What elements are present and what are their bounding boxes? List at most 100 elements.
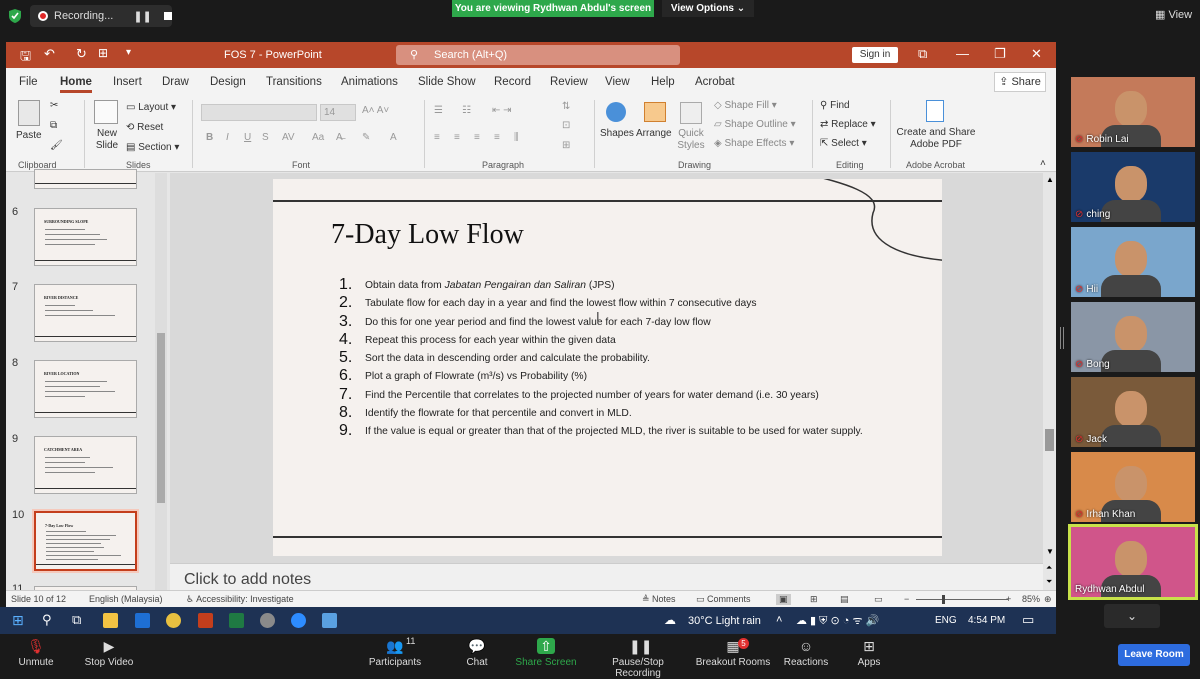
find-button[interactable]: ⚲ Find bbox=[820, 100, 850, 111]
task-view-icon[interactable]: ⧉ bbox=[72, 612, 81, 628]
format-painter-icon[interactable]: 🖌 bbox=[50, 140, 63, 151]
search-icon[interactable]: ⚲ bbox=[42, 612, 52, 628]
panel-resize-handle[interactable] bbox=[1060, 327, 1064, 349]
tab-review[interactable]: Review bbox=[550, 76, 588, 88]
step-item[interactable]: 9. If the value is equal or greater than … bbox=[339, 422, 899, 441]
language-status[interactable]: English (Malaysia) bbox=[89, 594, 163, 604]
redo-icon[interactable]: ↻ bbox=[76, 46, 87, 62]
excel-icon[interactable] bbox=[229, 613, 244, 628]
step-item[interactable]: 7. Find the Percentile that correlates to… bbox=[339, 386, 899, 405]
participant-tile[interactable]: ⊘ Irhan Khan bbox=[1071, 452, 1195, 522]
tab-help[interactable]: Help bbox=[651, 76, 675, 88]
tab-slide-show[interactable]: Slide Show bbox=[418, 76, 476, 88]
collapse-ribbon-icon[interactable]: ˄ bbox=[1040, 158, 1046, 169]
numbering-icon[interactable]: ☷ bbox=[462, 105, 471, 116]
new-slide-icon[interactable] bbox=[94, 100, 118, 124]
step-item[interactable]: 5. Sort the data in descending order and … bbox=[339, 349, 899, 368]
text-direction-icon[interactable]: ⇅ bbox=[562, 101, 570, 112]
font-size-select[interactable]: 14 bbox=[320, 104, 356, 121]
participant-tile[interactable]: ⊘ Jack bbox=[1071, 377, 1195, 447]
vertical-scrollbar[interactable]: ▲ ▼ ⏶ ⏷ bbox=[1043, 173, 1056, 590]
zoom-icon[interactable] bbox=[291, 613, 306, 628]
create-share-pdf-button[interactable]: Create and Share Adobe PDF bbox=[896, 127, 976, 151]
slide-thumbnail[interactable]: CATCHMENT AREA bbox=[34, 436, 137, 494]
previous-slide-icon[interactable]: ⏶ bbox=[1046, 563, 1052, 573]
comments-button[interactable]: ▭ Comments bbox=[696, 594, 751, 605]
scroll-down-icon[interactable]: ▼ bbox=[1046, 547, 1054, 556]
font-name-select[interactable] bbox=[201, 104, 317, 121]
tab-record[interactable]: Record bbox=[494, 76, 531, 88]
copy-icon[interactable]: ⧉ bbox=[50, 120, 57, 131]
shapes-button[interactable]: Shapes bbox=[600, 128, 634, 139]
thumbnail-scrollbar[interactable] bbox=[155, 173, 167, 590]
reset-button[interactable]: ⟲ Reset bbox=[126, 122, 163, 133]
close-icon[interactable]: ✕ bbox=[1031, 46, 1042, 62]
scroll-participants-down-icon[interactable]: ⌄ bbox=[1104, 604, 1160, 628]
windows-start-icon[interactable]: ⊞ bbox=[12, 612, 24, 629]
sign-in-button[interactable]: Sign in bbox=[852, 47, 898, 63]
apps-button[interactable]: ⊞ Apps bbox=[824, 634, 914, 668]
zoom-slider[interactable] bbox=[916, 599, 1008, 600]
notes-button[interactable]: ≜ Notes bbox=[642, 594, 676, 605]
notepad-icon[interactable] bbox=[322, 613, 337, 628]
share-button[interactable]: ⇪ Share bbox=[994, 72, 1046, 92]
step-item[interactable]: 1. Obtain data from Jabatan Pengairan dan… bbox=[339, 276, 899, 295]
paste-icon[interactable] bbox=[18, 100, 40, 126]
present-icon[interactable]: ⊞ bbox=[98, 46, 108, 60]
minimize-icon[interactable]: — bbox=[956, 46, 969, 61]
app-icon[interactable] bbox=[260, 613, 275, 628]
undo-icon[interactable]: ↶ bbox=[44, 46, 55, 62]
steps-list[interactable]: 1. Obtain data from Jabatan Pengairan dan… bbox=[339, 276, 899, 442]
pause-stop-recording-button[interactable]: ❚❚ Pause/Stop Recording bbox=[593, 634, 683, 679]
tab-insert[interactable]: Insert bbox=[113, 76, 142, 88]
weather-text[interactable]: 30°C Light rain bbox=[688, 615, 761, 627]
tab-home[interactable]: Home bbox=[60, 76, 92, 93]
view-options-button[interactable]: View Options ⌄ bbox=[662, 0, 754, 17]
step-item[interactable]: 4. Repeat this process for each year with… bbox=[339, 331, 899, 350]
new-slide-button[interactable]: New Slide bbox=[92, 128, 122, 152]
slide[interactable]: 7-Day Low Flow 1. Obtain data from Jabata… bbox=[273, 179, 942, 556]
indent-icon[interactable]: ⇤ ⇥ bbox=[492, 105, 512, 116]
restore-icon[interactable]: ❐ bbox=[994, 46, 1006, 62]
strikethrough-icon[interactable]: S bbox=[262, 132, 269, 143]
participant-tile[interactable]: ⊘ Bong bbox=[1071, 302, 1195, 372]
system-tray-icons[interactable]: ☁ ▮ ⛨ ⊙ ◔ ᯤ 🔊 bbox=[796, 613, 879, 628]
tab-transitions[interactable]: Transitions bbox=[266, 76, 322, 88]
pause-recording-icon[interactable]: ❚❚ bbox=[133, 10, 151, 23]
clock[interactable]: 4:54 PM bbox=[968, 615, 1005, 626]
layout-button[interactable]: ▭ Layout ▾ bbox=[126, 102, 176, 113]
step-item[interactable]: 3. Do this for one year period and find t… bbox=[339, 313, 899, 332]
paste-button[interactable]: Paste bbox=[16, 130, 42, 141]
align-left-icon[interactable]: ≡ bbox=[434, 132, 440, 143]
zoom-in-icon[interactable]: + bbox=[1006, 594, 1011, 604]
tab-design[interactable]: Design bbox=[210, 76, 246, 88]
underline-icon[interactable]: U bbox=[244, 132, 251, 143]
input-language[interactable]: ENG bbox=[935, 615, 957, 626]
clear-format-icon[interactable]: A̶ bbox=[336, 132, 343, 143]
chrome-icon[interactable] bbox=[166, 613, 181, 628]
shapes-icon[interactable] bbox=[606, 102, 626, 122]
slide-thumbnail[interactable]: SURROUNDING SLOPE bbox=[34, 208, 137, 266]
participants-button[interactable]: 👥 Participants 11 bbox=[350, 634, 440, 668]
font-color-icon[interactable]: A bbox=[390, 132, 397, 143]
participant-tile[interactable]: ⊘ Robin Lai bbox=[1071, 77, 1195, 147]
mail-icon[interactable] bbox=[135, 613, 150, 628]
arrange-button[interactable]: Arrange bbox=[636, 128, 672, 139]
save-icon[interactable]: 🖫 bbox=[20, 47, 31, 69]
show-hidden-icon[interactable]: ˄ bbox=[776, 614, 782, 626]
tab-view[interactable]: View bbox=[605, 76, 630, 88]
zoom-level[interactable]: 85% bbox=[1022, 594, 1040, 604]
change-case-icon[interactable]: Aa bbox=[312, 132, 324, 143]
slide-sorter-icon[interactable]: ⊞ bbox=[810, 594, 818, 605]
shape-fill-button[interactable]: ◇ Shape Fill ▾ bbox=[714, 100, 777, 111]
next-slide-icon[interactable]: ⏷ bbox=[1046, 577, 1052, 587]
accessibility-status[interactable]: ♿ Accessibility: Investigate bbox=[186, 594, 294, 605]
shape-outline-button[interactable]: ▱ Shape Outline ▾ bbox=[714, 119, 796, 130]
stop-recording-icon[interactable] bbox=[163, 12, 172, 20]
file-explorer-icon[interactable] bbox=[103, 613, 118, 628]
quick-styles-button[interactable]: Quick Styles bbox=[676, 128, 706, 152]
align-right-icon[interactable]: ≡ bbox=[474, 132, 480, 143]
notes-pane[interactable]: Click to add notes bbox=[170, 563, 1043, 590]
italic-icon[interactable]: I bbox=[226, 132, 229, 143]
view-button[interactable]: ▦ View bbox=[1155, 8, 1192, 21]
